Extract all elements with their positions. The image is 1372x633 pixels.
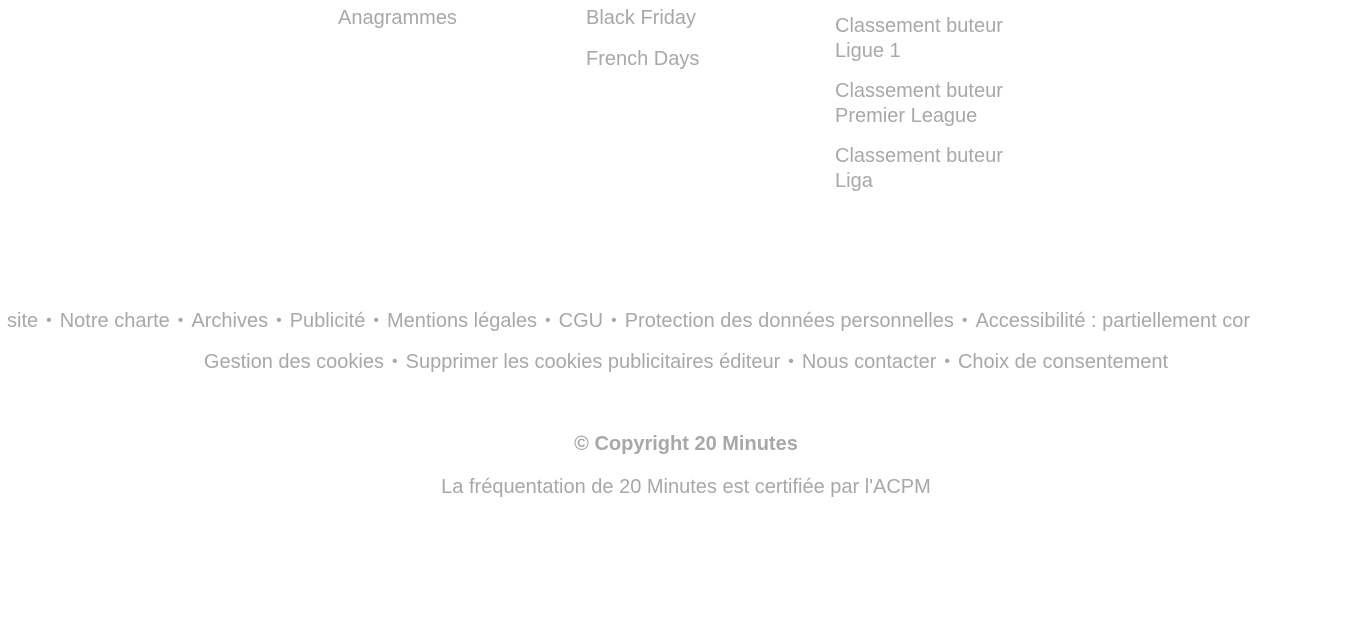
legal-links-row-1: site • Notre charte • Archives • Publicité • Men… bbox=[7, 309, 1372, 333]
separator-dot: • bbox=[177, 312, 184, 329]
legal-link-archives[interactable]: Archives bbox=[191, 310, 268, 332]
legal-link-cgu[interactable]: CGU bbox=[559, 310, 603, 332]
footer-link-black-friday[interactable]: Black Friday bbox=[586, 5, 699, 31]
separator-dot: • bbox=[788, 353, 794, 370]
legal-link-nous-contacter[interactable]: Nous contacter bbox=[802, 351, 937, 373]
separator-dot: • bbox=[373, 312, 379, 329]
separator-dot: • bbox=[545, 312, 551, 329]
footer-column-1: Anagrammes bbox=[338, 5, 457, 31]
separator-dot: • bbox=[276, 312, 282, 329]
legal-link-mentions-legales[interactable]: Mentions légales bbox=[387, 310, 537, 332]
separator-dot: • bbox=[961, 312, 968, 329]
footer-link-french-days[interactable]: French Days bbox=[586, 46, 699, 72]
legal-link-accessibilite-partiellement-cor[interactable]: Accessibilité : partiellement cor bbox=[975, 310, 1250, 332]
legal-link-choix-de-consentement[interactable]: Choix de consentement bbox=[958, 351, 1168, 373]
legal-link-site[interactable]: site bbox=[7, 310, 38, 332]
footer-link-classement-liga[interactable]: Classement buteur Liga bbox=[835, 144, 1035, 194]
footer-column-2: Black Friday French Days bbox=[586, 5, 699, 87]
legal-link-protection-des-donnees-personnelles[interactable]: Protection des données personnelles bbox=[625, 310, 954, 332]
separator-dot: • bbox=[944, 353, 950, 370]
separator-dot: • bbox=[611, 312, 617, 329]
footer-link-anagrammes[interactable]: Anagrammes bbox=[338, 5, 457, 31]
legal-link-gestion-des-cookies[interactable]: Gestion des cookies bbox=[204, 351, 384, 373]
legal-link-notre-charte[interactable]: Notre charte bbox=[60, 310, 170, 332]
separator-dot: • bbox=[392, 353, 398, 370]
copyright-text: © Copyright 20 Minutes bbox=[574, 433, 798, 455]
footer-column-3: Classement buteur Ligue 1 Classement bute… bbox=[835, 14, 1035, 209]
footer-page: Anagrammes Black Friday French Days Clas… bbox=[0, 0, 1372, 633]
footer-link-classement-premier-league[interactable]: Classement buteur Premier League bbox=[835, 79, 1035, 129]
legal-link-publicite[interactable]: Publicité bbox=[290, 310, 366, 332]
footer-link-classement-ligue-1[interactable]: Classement buteur Ligue 1 bbox=[835, 14, 1035, 64]
legal-link-supprimer-les-cookies-publicitaires-editeur[interactable]: Supprimer les cookies publicitaires édit… bbox=[406, 351, 781, 373]
acpm-certification-text: La fréquentation de 20 Minutes est certi… bbox=[441, 476, 931, 498]
separator-dot: • bbox=[46, 312, 52, 329]
legal-links-row-2: Gestion des cookies • Supprimer les cookie… bbox=[0, 350, 1372, 374]
